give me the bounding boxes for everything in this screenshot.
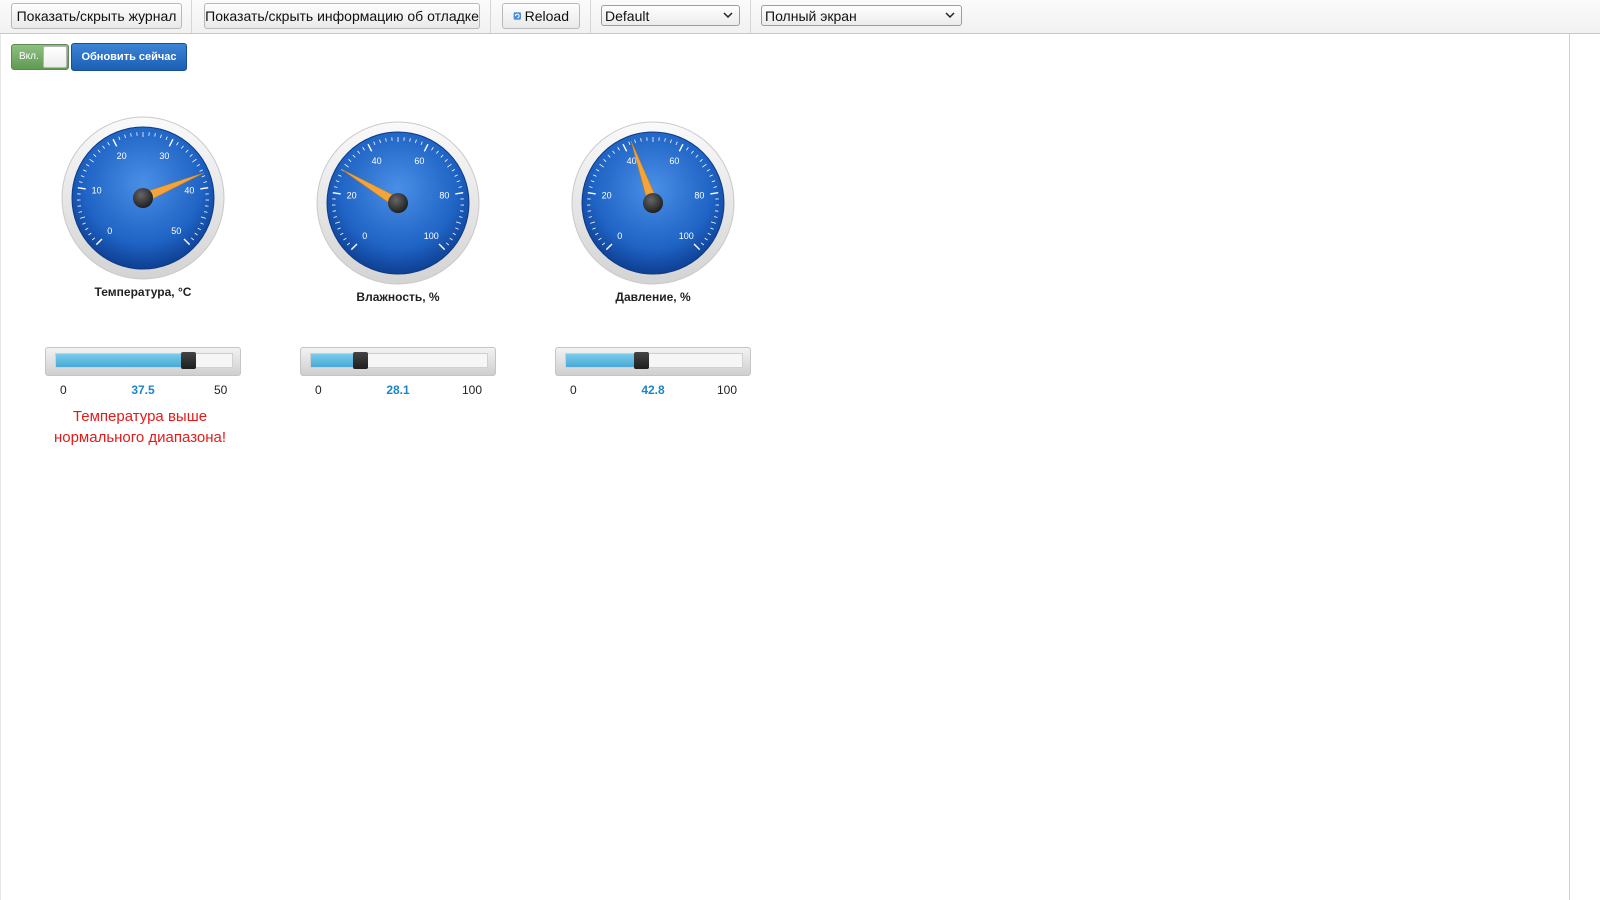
humidity-min-label: 0	[315, 383, 322, 397]
gauge-scale-label: 40	[627, 156, 637, 166]
slider-handle[interactable]	[353, 352, 369, 369]
gauge-scale-label: 20	[117, 151, 127, 161]
humidity-gauge: 0 20 40 60 80 100	[316, 121, 480, 285]
view-select-value: Полный экран	[765, 7, 857, 24]
warning-line-1: Температура выше	[72, 408, 208, 425]
slider-fill	[566, 354, 642, 367]
pressure-min-label: 0	[570, 383, 577, 397]
gauge-hub	[643, 193, 663, 213]
chevron-down-icon	[945, 12, 955, 19]
toggle-debug-button[interactable]: Показать/скрыть информацию об отладке	[204, 3, 480, 29]
gauge-scale-label: 10	[92, 186, 102, 196]
pressure-gauge-title: Давление, %	[615, 290, 691, 304]
humidity-slider[interactable]	[300, 347, 496, 376]
view-select[interactable]: Полный экран	[761, 5, 962, 26]
pressure-max-label: 100	[717, 383, 738, 397]
toolbar-separator	[590, 0, 591, 33]
temperature-max-label: 50	[214, 383, 228, 397]
gauge-hub	[133, 188, 153, 208]
temperature-gauge-title: Температура, °C	[94, 285, 192, 299]
content-frame	[0, 34, 1570, 900]
temperature-slider[interactable]	[45, 347, 241, 376]
gauge-scale-label: 60	[414, 156, 424, 166]
gauge-scale-label: 40	[184, 186, 194, 196]
theme-select-value: Default	[605, 7, 650, 24]
slider-track	[55, 352, 233, 369]
auto-update-switch[interactable]: Вкл.	[11, 44, 69, 70]
temperature-value-label: 37.5	[131, 383, 155, 397]
refresh-now-button[interactable]: Обновить сейчас	[71, 43, 187, 71]
gauge-scale-label: 100	[424, 231, 439, 241]
pressure-gauge: 0 20 40 60 80 100	[571, 121, 735, 285]
chevron-down-icon	[723, 12, 733, 19]
switch-knob[interactable]	[43, 46, 67, 68]
gauge-scale-label: 20	[347, 191, 357, 201]
slider-track	[310, 352, 488, 369]
gauge-hub	[388, 193, 408, 213]
slider-handle[interactable]	[181, 352, 196, 369]
humidity-max-label: 100	[462, 383, 483, 397]
gauge-scale-label: 40	[372, 156, 382, 166]
reload-label: Reload	[524, 8, 569, 24]
pressure-value-label: 42.8	[641, 383, 665, 397]
temperature-warning: Температура выше нормального диапазона!	[40, 406, 240, 448]
humidity-value-label: 28.1	[386, 383, 410, 397]
gauge-scale-label: 0	[107, 226, 112, 236]
gauge-scale-label: 60	[669, 156, 679, 166]
pressure-slider[interactable]	[555, 347, 751, 376]
slider-handle[interactable]	[634, 352, 650, 369]
gauge-scale-label: 80	[439, 191, 449, 201]
gauge-scale-label: 20	[602, 191, 612, 201]
temperature-gauge: 0 10 20 30 40 50	[61, 116, 225, 280]
theme-select[interactable]: Default	[601, 5, 740, 26]
toolbar-separator	[750, 0, 751, 33]
slider-fill	[56, 354, 188, 367]
temperature-min-label: 0	[60, 383, 67, 397]
gauge-scale-label: 100	[679, 231, 694, 241]
top-toolbar: Показать/скрыть журнал Показать/скрыть и…	[0, 0, 1600, 34]
reload-icon	[513, 12, 522, 20]
warning-line-2: нормального диапазона!	[53, 429, 227, 446]
gauge-scale-label: 50	[171, 226, 181, 236]
humidity-gauge-title: Влажность, %	[356, 290, 440, 304]
gauge-scale-label: 80	[694, 191, 704, 201]
gauge-scale-label: 30	[159, 151, 169, 161]
switch-label: Вкл.	[19, 51, 39, 62]
reload-button[interactable]: Reload	[502, 3, 580, 29]
gauge-scale-label: 0	[617, 231, 622, 241]
toolbar-separator	[191, 0, 192, 33]
slider-track	[565, 352, 743, 369]
toolbar-separator	[490, 0, 491, 33]
gauge-scale-label: 0	[362, 231, 367, 241]
toggle-log-button[interactable]: Показать/скрыть журнал	[11, 3, 182, 29]
